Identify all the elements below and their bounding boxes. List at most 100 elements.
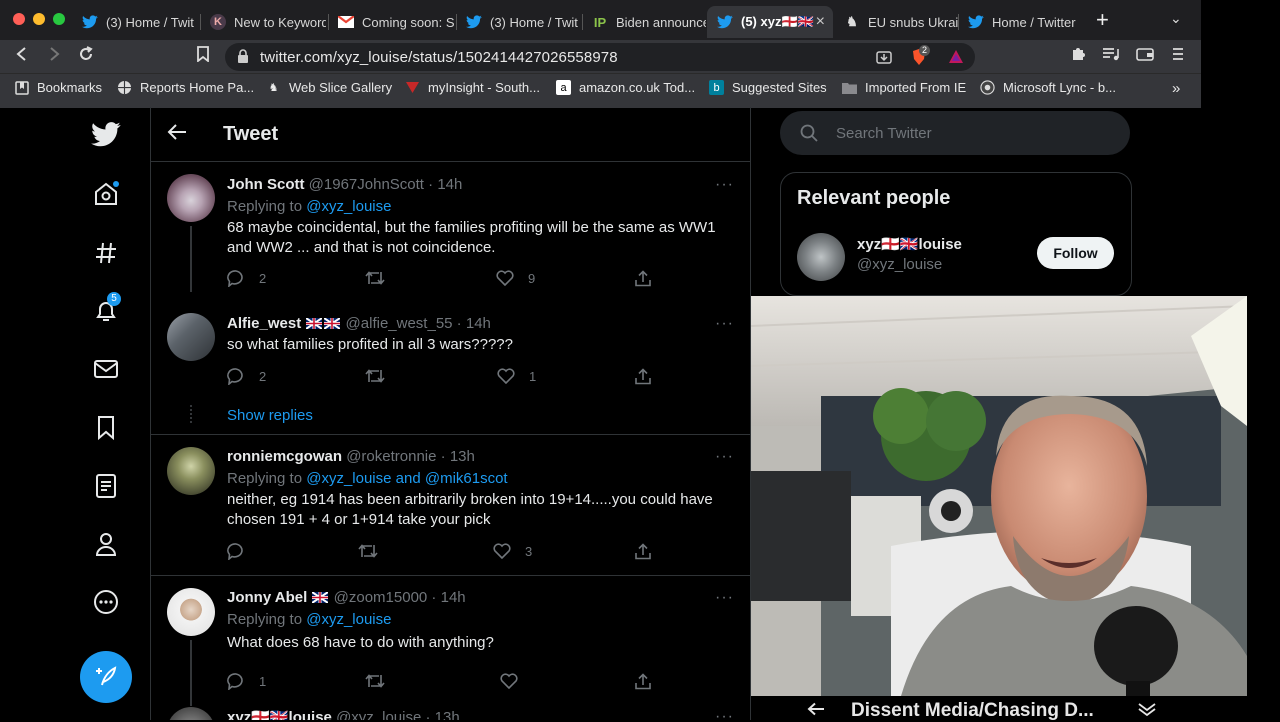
display-name[interactable]: John Scott <box>227 176 305 193</box>
replying-to-link[interactable]: @xyz_louise <box>306 611 391 628</box>
more-menu-icon[interactable]: ··· <box>715 448 734 466</box>
explore-hashtag-icon[interactable] <box>90 237 122 269</box>
browser-tab-active[interactable]: (5) xyz🏴󠁧󠁢󠁥󠁮󠁧󠁿🇬🇧 × <box>707 6 833 38</box>
address-bar[interactable]: twitter.com/xyz_louise/status/1502414427… <box>225 43 975 71</box>
bookmark-item[interactable]: Bookmarks <box>14 80 102 95</box>
replying-to-link[interactable]: @xyz_louise and @mik61scot <box>306 470 507 487</box>
tweet-time[interactable]: 13h <box>435 709 460 720</box>
more-menu-icon[interactable]: ··· <box>715 708 734 720</box>
bookmark-item[interactable]: a amazon.co.uk Tod... <box>556 80 695 95</box>
bookmark-item[interactable]: Imported From IE <box>842 80 966 95</box>
bookmark-item[interactable]: myInsight - South... <box>405 80 540 95</box>
maximize-window-button[interactable] <box>53 13 65 25</box>
avatar[interactable] <box>167 707 215 720</box>
show-replies-link[interactable]: Show replies <box>227 407 313 424</box>
home-icon[interactable] <box>90 178 122 210</box>
like-button[interactable]: 3 <box>493 543 532 559</box>
reply-button[interactable]: 2 <box>227 270 266 287</box>
avatar[interactable] <box>167 447 215 495</box>
search-input[interactable]: Search Twitter <box>836 125 932 142</box>
reply-button[interactable]: 2 <box>227 368 266 385</box>
back-arrow-icon[interactable] <box>14 46 30 67</box>
display-name[interactable]: ronniemcgowan <box>227 448 342 465</box>
retweet-button[interactable] <box>365 368 399 384</box>
user-handle[interactable]: @xyz_louise <box>857 256 942 273</box>
messages-envelope-icon[interactable] <box>90 353 122 385</box>
tweet-reply[interactable]: Jonny Abel @zoom15000 · 14h ··· Replying… <box>151 576 750 706</box>
user-handle[interactable]: @xyz_louise <box>336 709 421 720</box>
new-tab-button[interactable]: + <box>1096 9 1109 31</box>
more-menu-icon[interactable]: ··· <box>715 589 734 607</box>
user-handle[interactable]: @zoom15000 <box>334 589 428 606</box>
more-menu-icon[interactable]: ··· <box>715 315 734 333</box>
share-button[interactable] <box>634 543 666 560</box>
user-handle[interactable]: @1967JohnScott <box>309 176 424 193</box>
browser-tab[interactable]: (3) Home / Twit <box>456 6 582 38</box>
retweet-button[interactable] <box>365 673 399 689</box>
avatar[interactable] <box>167 588 215 636</box>
forward-arrow-icon[interactable] <box>46 46 62 67</box>
reply-button[interactable] <box>227 543 259 560</box>
bookmark-item[interactable]: Reports Home Pa... <box>117 80 254 95</box>
retweet-button[interactable] <box>365 270 399 286</box>
user-handle[interactable]: @roketronnie <box>346 448 436 465</box>
bookmark-item[interactable]: b Suggested Sites <box>709 80 827 95</box>
tweet-time[interactable]: 14h <box>441 589 466 606</box>
avatar[interactable] <box>797 233 845 281</box>
bookmark-page-icon[interactable] <box>196 46 210 67</box>
browser-tab[interactable]: IP Biden announce <box>582 6 706 38</box>
back-arrow-icon[interactable] <box>167 123 187 147</box>
browser-tab[interactable]: Home / Twitter <box>958 6 1084 38</box>
browser-tab[interactable]: K New to Keyword <box>200 6 326 38</box>
tab-search-chevron-icon[interactable]: ⌄ <box>1170 10 1182 27</box>
browser-tab[interactable]: (3) Home / Twit <box>72 6 198 38</box>
lists-icon[interactable] <box>90 470 122 502</box>
close-window-button[interactable] <box>13 13 25 25</box>
more-bookmarks-button[interactable]: » <box>1172 80 1180 97</box>
more-menu-icon[interactable]: ··· <box>715 176 734 194</box>
tweet-reply[interactable]: Alfie_west @alfie_west_55 · 14h ··· so w… <box>151 301 750 435</box>
browser-tab[interactable]: ♞ EU snubs Ukrai <box>834 6 958 38</box>
back-arrow-icon[interactable] <box>807 702 825 716</box>
reload-icon[interactable] <box>78 46 94 67</box>
collapse-chevron-icon[interactable] <box>1137 702 1157 716</box>
install-app-icon[interactable] <box>876 49 892 65</box>
media-queue-icon[interactable] <box>1102 46 1120 67</box>
share-button[interactable] <box>634 673 666 690</box>
extensions-puzzle-icon[interactable] <box>1070 46 1086 67</box>
follow-button[interactable]: Follow <box>1037 237 1114 269</box>
profile-icon[interactable] <box>90 528 122 560</box>
notifications-bell-icon[interactable]: 5 <box>90 292 122 327</box>
search-box[interactable]: Search Twitter <box>780 111 1130 155</box>
compose-tweet-button[interactable] <box>80 651 132 703</box>
display-name[interactable]: Jonny Abel <box>227 589 307 606</box>
reply-button[interactable]: 1 <box>227 673 266 690</box>
bookmark-item[interactable]: Microsoft Lync - b... <box>980 80 1116 95</box>
browser-tab[interactable]: Coming soon: S <box>328 6 454 38</box>
like-button[interactable]: 9 <box>496 270 535 286</box>
twitter-logo-icon[interactable] <box>90 118 122 150</box>
replying-to-link[interactable]: @xyz_louise <box>306 198 391 215</box>
minimize-window-button[interactable] <box>33 13 45 25</box>
tweet-time[interactable]: 14h <box>437 176 462 193</box>
brave-shield-icon[interactable]: 2 <box>911 45 930 66</box>
like-button[interactable]: 1 <box>497 368 536 384</box>
brave-rewards-icon[interactable] <box>948 49 964 65</box>
avatar[interactable] <box>167 313 215 361</box>
tweet-reply[interactable]: John Scott @1967JohnScott · 14h ··· Repl… <box>151 162 750 292</box>
share-button[interactable] <box>634 368 666 385</box>
tweet-reply[interactable]: xyz🏴󠁧󠁢󠁥󠁮󠁧󠁿🇬🇧louise @xyz_louise · 13h ··· <box>151 704 750 720</box>
display-name[interactable]: xyz🏴󠁧󠁢󠁥󠁮󠁧󠁿🇬🇧louise <box>857 235 962 253</box>
wallet-icon[interactable] <box>1136 46 1154 67</box>
display-name[interactable]: xyz🏴󠁧󠁢󠁥󠁮󠁧󠁿🇬🇧louise <box>227 709 332 720</box>
user-handle[interactable]: @alfie_west_55 <box>346 315 453 332</box>
menu-icon[interactable] <box>1172 46 1184 67</box>
display-name[interactable]: Alfie_west <box>227 315 301 332</box>
bookmarks-icon[interactable] <box>90 412 122 444</box>
more-options-circle-icon[interactable] <box>90 586 122 618</box>
tweet-time[interactable]: 14h <box>466 315 491 332</box>
like-button[interactable] <box>500 673 532 689</box>
share-button[interactable] <box>634 270 666 287</box>
close-tab-icon[interactable]: × <box>816 13 825 31</box>
retweet-button[interactable] <box>358 543 392 559</box>
